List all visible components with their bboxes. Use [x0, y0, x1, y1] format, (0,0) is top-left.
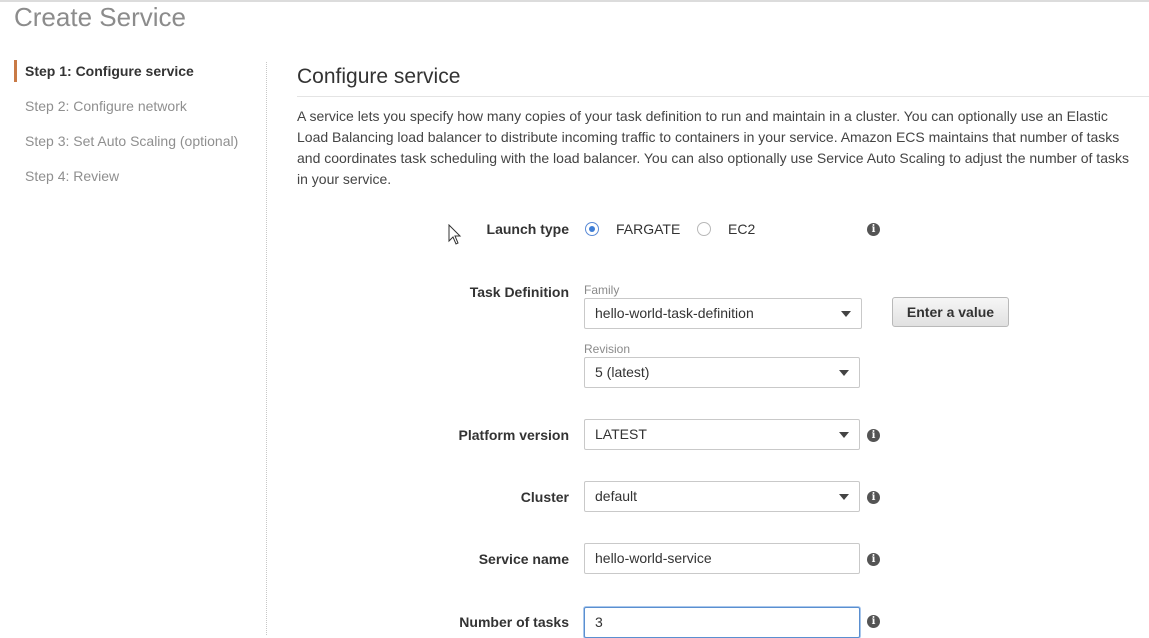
step-configure-service[interactable]: Step 1: Configure service [14, 60, 254, 82]
platform-version-value: LATEST [595, 426, 647, 442]
step-review[interactable]: Step 4: Review [14, 165, 254, 187]
revision-label: Revision [584, 342, 631, 356]
platform-version-label: Platform version [458, 427, 569, 443]
page-title: Create Service [14, 2, 186, 32]
chevron-down-icon [839, 494, 849, 500]
launch-type-ec2-label[interactable]: EC2 [728, 221, 755, 237]
launch-type-ec2-radio[interactable] [697, 222, 711, 236]
revision-value: 5 (latest) [595, 364, 650, 380]
step-configure-network[interactable]: Step 2: Configure network [14, 95, 254, 117]
service-name-label: Service name [478, 551, 569, 567]
launch-type-fargate-label[interactable]: FARGATE [616, 221, 680, 237]
section-rule [297, 96, 1149, 97]
section-description: A service lets you specify how many copi… [297, 108, 1129, 187]
enter-value-button[interactable]: Enter a value [892, 297, 1009, 327]
launch-type-fargate-radio[interactable] [585, 222, 599, 236]
platform-version-select[interactable]: LATEST [584, 419, 860, 450]
launch-type-label: Launch type [486, 221, 569, 237]
info-icon[interactable]: i [867, 553, 880, 566]
family-label: Family [584, 283, 620, 297]
family-value: hello-world-task-definition [595, 305, 754, 321]
cluster-label: Cluster [520, 489, 569, 505]
revision-select[interactable]: 5 (latest) [584, 357, 860, 388]
info-icon[interactable]: i [867, 615, 880, 628]
section-title: Configure service [297, 65, 461, 88]
chevron-down-icon [841, 311, 851, 317]
info-icon[interactable]: i [867, 491, 880, 504]
task-definition-label: Task Definition [469, 284, 569, 300]
chevron-down-icon [839, 370, 849, 376]
number-of-tasks-input[interactable]: 3 [584, 607, 860, 638]
wizard-steps: Step 1: Configure service Step 2: Config… [14, 60, 254, 200]
info-icon[interactable]: i [867, 223, 880, 236]
info-icon[interactable]: i [867, 429, 880, 442]
sidebar-divider [266, 62, 267, 635]
number-of-tasks-label: Number of tasks [459, 614, 569, 630]
family-select[interactable]: hello-world-task-definition [584, 298, 862, 329]
step-set-auto-scaling[interactable]: Step 3: Set Auto Scaling (optional) [14, 130, 254, 152]
mouse-pointer-icon [448, 224, 462, 245]
cluster-value: default [595, 488, 638, 504]
service-name-input[interactable]: hello-world-service [584, 543, 860, 574]
cluster-select[interactable]: default [584, 481, 860, 512]
chevron-down-icon [839, 432, 849, 438]
